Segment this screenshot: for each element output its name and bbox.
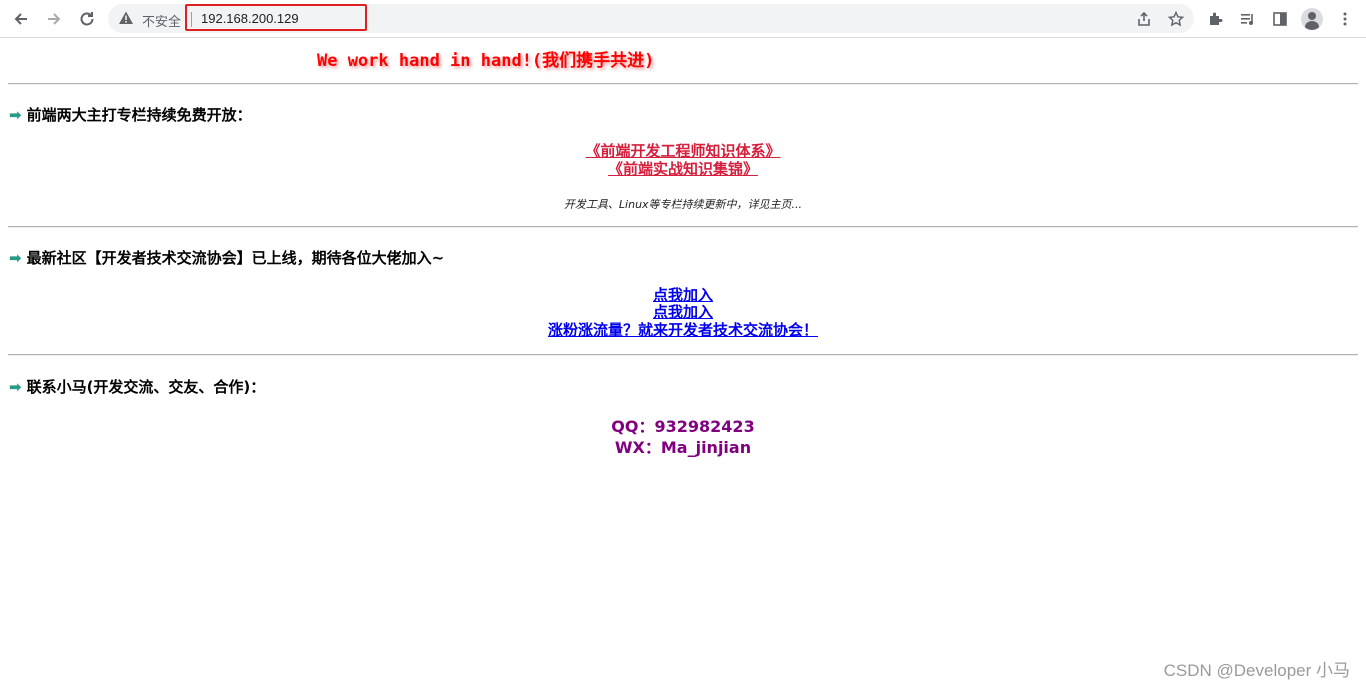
section-heading-text: 联系小马(开发交流、交友、合作)： bbox=[26, 378, 266, 396]
browser-toolbar: 不安全 192.168.200.129 bbox=[0, 0, 1366, 38]
column-note-row: 开发工具、Linux等专栏持续更新中，详见主页... bbox=[0, 193, 1366, 212]
page-content: We work hand in hand!(我们携手共进) ➡ 前端两大主打专栏… bbox=[0, 38, 1366, 688]
side-panel-icon[interactable] bbox=[1268, 7, 1292, 31]
avatar-icon[interactable] bbox=[1301, 8, 1323, 30]
column-note: 开发工具、Linux等专栏持续更新中，详见主页... bbox=[563, 198, 803, 211]
section-heading-text: 前端两大主打专栏持续免费开放： bbox=[26, 106, 252, 124]
puzzle-icon[interactable] bbox=[1204, 7, 1228, 31]
csdn-watermark: CSDN @Developer 小马 bbox=[1163, 661, 1350, 680]
arrow-right-icon[interactable] bbox=[42, 7, 66, 31]
contact-row: WX：Ma_jinjian bbox=[0, 434, 1366, 458]
url-highlight-box[interactable]: 192.168.200.129 bbox=[185, 4, 367, 31]
section-heading-columns: ➡ 前端两大主打专栏持续免费开放： bbox=[9, 104, 252, 125]
arrow-right-icon: ➡ bbox=[9, 248, 22, 267]
community-promo-link[interactable]: 涨粉涨流量？就来开发者技术交流协会！ bbox=[548, 321, 818, 339]
url-text[interactable]: 192.168.200.129 bbox=[201, 11, 299, 26]
column-link-row: 《前端实战知识集锦》 bbox=[0, 158, 1366, 179]
arrow-right-icon: ➡ bbox=[9, 105, 22, 124]
arrow-left-icon[interactable] bbox=[9, 7, 33, 31]
kebab-menu-icon[interactable] bbox=[1333, 7, 1357, 31]
security-label[interactable]: 不安全 bbox=[142, 11, 181, 30]
community-link-row: 涨粉涨流量？就来开发者技术交流协会！ bbox=[0, 319, 1366, 340]
divider bbox=[8, 226, 1358, 228]
star-icon[interactable] bbox=[1166, 9, 1186, 29]
divider bbox=[8, 83, 1358, 85]
arrow-right-icon: ➡ bbox=[9, 377, 22, 396]
url-separator bbox=[191, 12, 192, 27]
contact-wx: WX：Ma_jinjian bbox=[614, 438, 752, 457]
share-icon[interactable] bbox=[1134, 9, 1154, 29]
address-bar[interactable]: 不安全 192.168.200.129 bbox=[108, 4, 1194, 33]
section-heading-community: ➡ 最新社区【开发者技术交流协会】已上线，期待各位大佬加入~ bbox=[9, 247, 444, 268]
reload-icon[interactable] bbox=[75, 7, 99, 31]
divider bbox=[8, 354, 1358, 356]
warning-triangle-icon[interactable] bbox=[118, 10, 134, 26]
section-heading-contact: ➡ 联系小马(开发交流、交友、合作)： bbox=[9, 376, 265, 397]
slogan-title: We work hand in hand!(我们携手共进) bbox=[317, 51, 655, 71]
frontend-practice-link[interactable]: 《前端实战知识集锦》 bbox=[608, 160, 758, 178]
media-playlist-icon[interactable] bbox=[1236, 7, 1260, 31]
section-heading-text: 最新社区【开发者技术交流协会】已上线，期待各位大佬加入~ bbox=[26, 249, 445, 267]
